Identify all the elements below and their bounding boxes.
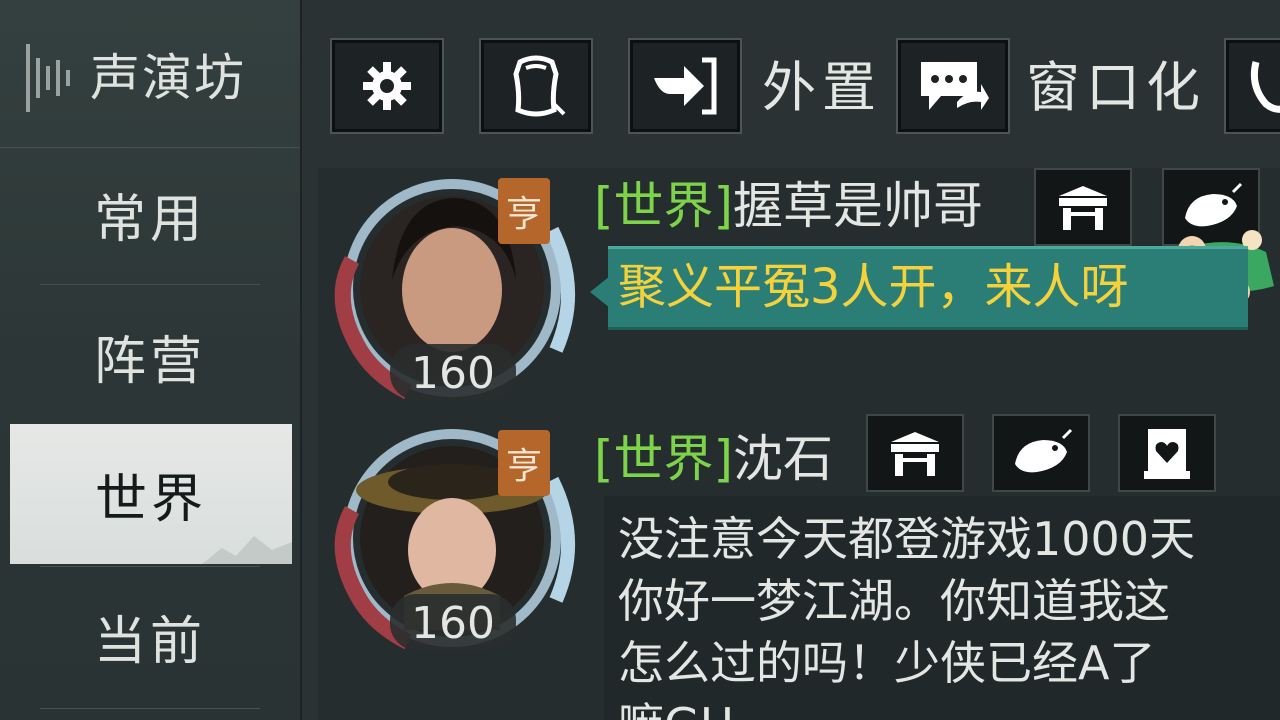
message-bubble[interactable]: 没注意今天都登游戏1000天 你好一梦江湖。你知道我这 怎么过的吗！少侠已经A了… — [604, 496, 1280, 720]
settings-button[interactable] — [330, 38, 444, 134]
divider — [40, 284, 260, 285]
sidebar-item-label: 常用 — [93, 189, 206, 250]
voice-studio-header[interactable]: 声演坊 — [0, 0, 300, 148]
windowed-button[interactable] — [896, 38, 1010, 134]
sidebar-item-label: 当前 — [93, 611, 206, 672]
armor-icon — [513, 55, 566, 117]
chat-forward-icon — [921, 62, 989, 110]
message-line: 怎么过的吗！少侠已经A了 — [618, 636, 1156, 690]
player-avatar[interactable]: 160 亨 — [320, 170, 580, 400]
message-line: 你好一梦江湖。你知道我这 — [618, 574, 1170, 628]
divider — [40, 708, 260, 709]
player-avatar[interactable]: 160 亨 — [320, 420, 580, 650]
heart-scroll-icon — [1144, 429, 1190, 479]
username[interactable]: 握草是帅哥 — [733, 177, 983, 235]
armor-button[interactable] — [479, 38, 593, 134]
voice-studio-label: 声演坊 — [90, 49, 246, 107]
sidebar-item-current[interactable]: 当前 — [0, 566, 300, 706]
sidebar-item-world[interactable]: 世界 — [10, 424, 292, 564]
channel-tag: [世界] — [594, 177, 734, 235]
sect-button[interactable] — [1034, 168, 1132, 246]
flower-pet-button[interactable] — [992, 414, 1090, 492]
sidebar-item-common[interactable]: 常用 — [0, 144, 300, 284]
gate-icon — [1059, 186, 1107, 230]
sidebar-item-label: 阵营 — [93, 331, 206, 392]
sect-button[interactable] — [866, 414, 964, 492]
external-label[interactable]: 外置 — [762, 56, 882, 120]
gate-icon — [891, 432, 939, 476]
gear-icon — [363, 62, 411, 110]
sound-wave-icon — [26, 44, 70, 112]
message-line: 没注意今天都登游戏1000天 — [618, 512, 1196, 566]
player-badge: 亨 — [506, 194, 542, 235]
heart-scroll-button[interactable] — [1118, 414, 1216, 492]
sidebar-item-label: 世界 — [94, 469, 207, 530]
player-level: 160 — [411, 598, 495, 649]
player-level: 160 — [411, 348, 495, 399]
horn-icon — [1250, 61, 1280, 113]
pet-icon — [1015, 428, 1073, 473]
message-header[interactable]: [世界]握草是帅哥 — [594, 175, 983, 237]
message-line: 嘛GH — [618, 694, 1280, 720]
highlight-message-bubble[interactable]: 聚义平冤3人开，来人呀 — [608, 246, 1248, 330]
ink-mountain-decoration — [202, 536, 292, 564]
player-badge: 亨 — [506, 446, 542, 487]
channel-sidebar: 声演坊 常用 阵营 世界 当前 — [0, 0, 302, 720]
windowed-label[interactable]: 窗口化 — [1026, 56, 1206, 120]
bubble-tail — [590, 276, 610, 308]
username[interactable]: 沈石 — [733, 430, 833, 488]
sidebar-item-faction[interactable]: 阵营 — [0, 286, 300, 426]
message-header[interactable]: [世界]沈石 — [594, 428, 833, 490]
channel-tag: [世界] — [594, 430, 734, 488]
enter-arrow-icon — [654, 57, 717, 115]
external-button[interactable] — [628, 38, 742, 134]
more-button[interactable] — [1224, 38, 1280, 134]
